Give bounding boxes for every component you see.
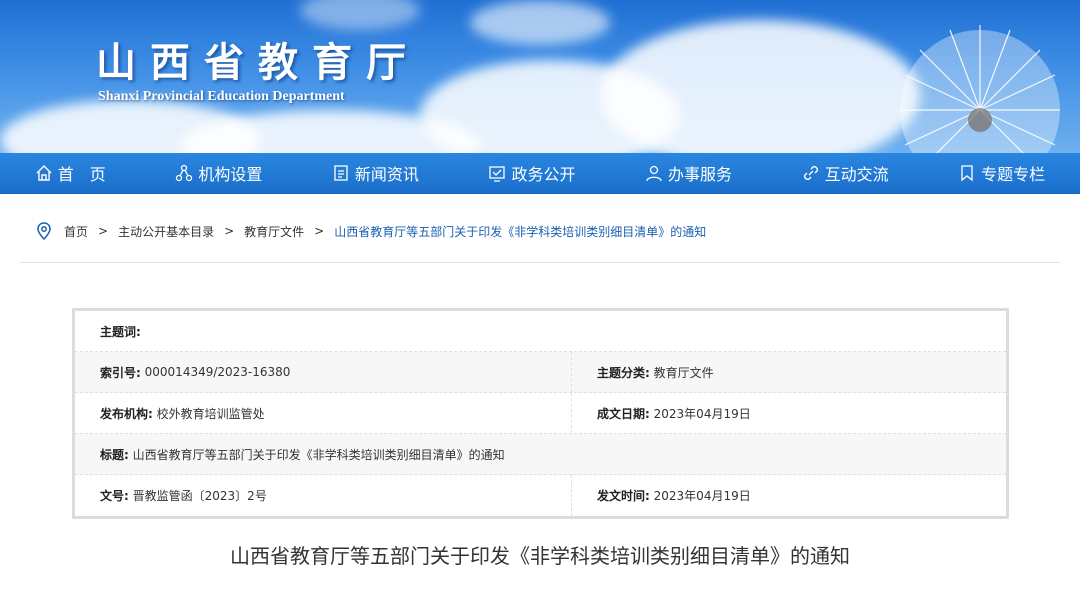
- nav-label: 首 页: [57, 165, 106, 184]
- meta-cell: 索引号: 000014349/2023-16380: [75, 352, 572, 392]
- nav-label: 专题专栏: [981, 165, 1046, 184]
- cloud-decoration: [300, 0, 420, 30]
- meta-cell: 发布机构: 校外教育培训监管处: [75, 393, 572, 433]
- nav-organization[interactable]: 机构设置: [175, 161, 262, 185]
- nav-services[interactable]: 办事服务: [645, 161, 732, 185]
- main-nav: 首 页 机构设置 新闻资讯 政务公开 办事服务 互动交流 专题专栏: [0, 153, 1080, 194]
- meta-cell: 主题分类: 教育厅文件: [572, 352, 1006, 392]
- publisher-label: 发布机构:: [100, 406, 153, 421]
- meta-row-publisher: 发布机构: 校外教育培训监管处 成文日期: 2023年04月19日: [75, 393, 1006, 434]
- bookmark-icon: [961, 165, 973, 182]
- meta-cell: 发文时间: 2023年04月19日: [572, 475, 1006, 516]
- category-value: 教育厅文件: [653, 365, 714, 380]
- date-label: 成文日期:: [597, 406, 650, 421]
- nav-open-affairs[interactable]: 政务公开: [488, 161, 575, 185]
- nav-news[interactable]: 新闻资讯: [332, 161, 419, 185]
- breadcrumb-separator: >: [98, 224, 109, 238]
- publisher-value: 校外教育培训监管处: [156, 406, 265, 421]
- meta-cell: 成文日期: 2023年04月19日: [572, 393, 1006, 433]
- meta-row-docno: 文号: 晋教监管函〔2023〕2号 发文时间: 2023年04月19日: [75, 475, 1006, 516]
- person-service-icon: [646, 165, 662, 182]
- breadcrumb-dept-docs[interactable]: 教育厅文件: [244, 223, 304, 240]
- document-meta-table: 主题词: 索引号: 000014349/2023-16380 主题分类: 教育厅…: [72, 308, 1009, 519]
- pubtime-value: 2023年04月19日: [653, 489, 751, 503]
- docno-label: 文号:: [100, 489, 129, 503]
- index-label: 索引号:: [100, 365, 141, 380]
- category-label: 主题分类:: [597, 365, 650, 380]
- breadcrumb-home[interactable]: 首页: [64, 223, 88, 240]
- meta-row-title: 标题: 山西省教育厅等五部门关于印发《非学科类培训类别细目清单》的通知: [75, 434, 1006, 475]
- nav-label: 办事服务: [668, 165, 733, 184]
- home-icon: [36, 165, 52, 181]
- meta-cell: 文号: 晋教监管函〔2023〕2号: [75, 475, 572, 516]
- meta-row-keywords: 主题词:: [75, 311, 1006, 352]
- meta-cell: 主题词:: [75, 311, 1006, 351]
- breadcrumb-current[interactable]: 山西省教育厅等五部门关于印发《非学科类培训类别细目清单》的通知: [334, 223, 706, 240]
- cloud-decoration: [600, 20, 920, 153]
- site-title: 山西省教育厅: [96, 39, 420, 86]
- docno-value: 晋教监管函〔2023〕2号: [132, 489, 267, 503]
- link-icon: [803, 166, 818, 180]
- pubtime-label: 发文时间:: [597, 489, 650, 503]
- nav-interaction[interactable]: 互动交流: [802, 161, 889, 185]
- breadcrumb: 首页 > 主动公开基本目录 > 教育厅文件 > 山西省教育厅等五部门关于印发《非…: [36, 222, 706, 240]
- nav-label: 机构设置: [198, 165, 263, 184]
- keywords-label: 主题词:: [100, 324, 141, 339]
- divider: [20, 262, 1060, 263]
- open-affairs-icon: [489, 166, 506, 182]
- dandelion-decoration: [900, 25, 1060, 153]
- site-subtitle-en: Shanxi Provincial Education Department: [98, 89, 345, 104]
- site-banner: 山西省教育厅 Shanxi Provincial Education Depar…: [0, 0, 1080, 153]
- title-value: 山西省教育厅等五部门关于印发《非学科类培训类别细目清单》的通知: [132, 447, 505, 462]
- date-value: 2023年04月19日: [653, 406, 751, 421]
- nav-home[interactable]: 首 页: [35, 161, 106, 185]
- location-pin-icon: [37, 222, 51, 240]
- nav-label: 互动交流: [824, 165, 889, 184]
- document-icon: [334, 165, 348, 181]
- breadcrumb-catalog[interactable]: 主动公开基本目录: [118, 223, 214, 240]
- index-value: 000014349/2023-16380: [144, 365, 291, 379]
- nav-label: 政务公开: [511, 165, 576, 184]
- nav-label: 新闻资讯: [354, 165, 419, 184]
- breadcrumb-separator: >: [314, 224, 325, 238]
- meta-row-index: 索引号: 000014349/2023-16380 主题分类: 教育厅文件: [75, 352, 1006, 393]
- article-title: 山西省教育厅等五部门关于印发《非学科类培训类别细目清单》的通知: [230, 544, 850, 568]
- cloud-decoration: [470, 0, 610, 45]
- breadcrumb-separator: >: [224, 224, 235, 238]
- meta-cell: 标题: 山西省教育厅等五部门关于印发《非学科类培训类别细目清单》的通知: [75, 434, 1006, 474]
- org-chart-icon: [176, 164, 193, 182]
- nav-special-topics[interactable]: 专题专栏: [958, 161, 1045, 185]
- title-label: 标题:: [100, 447, 129, 462]
